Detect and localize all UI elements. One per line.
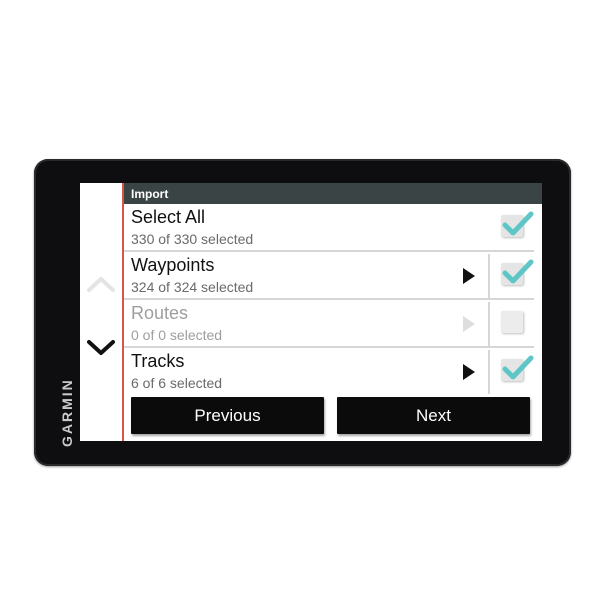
- row-sublabel: 0 of 0 selected: [131, 327, 223, 343]
- device-brand-logo: GARMIN: [59, 378, 75, 448]
- scroll-up-button[interactable]: [86, 269, 116, 299]
- page-title: Import: [124, 183, 542, 204]
- row-label: Waypoints: [131, 255, 215, 275]
- waypoints-checkbox[interactable]: [501, 259, 534, 287]
- scroll-down-button[interactable]: [86, 333, 116, 363]
- routes-checkbox: [501, 311, 525, 335]
- row-divider: [488, 254, 490, 298]
- list-item-waypoints[interactable]: Waypoints 324 of 324 selected: [124, 252, 534, 300]
- chevron-down-icon: [87, 340, 115, 355]
- checkmark-icon: [502, 355, 534, 380]
- footer-bar: Previous Next: [124, 394, 542, 441]
- device-screen: Import Select All 330 of 330 selected Wa…: [80, 183, 542, 441]
- row-sublabel: 330 of 330 selected: [131, 231, 254, 247]
- row-label: Routes: [131, 303, 189, 323]
- row-label: Select All: [131, 207, 206, 227]
- import-list: Select All 330 of 330 selected Waypoints…: [124, 204, 542, 394]
- play-arrow-icon: [463, 316, 475, 332]
- row-label: Tracks: [131, 351, 185, 371]
- row-divider: [488, 302, 490, 346]
- play-arrow-icon[interactable]: [462, 268, 476, 284]
- previous-button[interactable]: Previous: [131, 397, 324, 434]
- row-divider: [488, 350, 490, 394]
- checkmark-icon: [502, 259, 534, 284]
- chevron-up-icon: [87, 277, 115, 292]
- next-button[interactable]: Next: [337, 397, 530, 434]
- list-item-tracks[interactable]: Tracks 6 of 6 selected: [124, 348, 534, 396]
- play-arrow-icon[interactable]: [462, 364, 476, 380]
- checkmark-icon: [502, 211, 534, 236]
- scroll-rail: [80, 183, 124, 441]
- list-item-routes: Routes 0 of 0 selected: [124, 300, 534, 348]
- tracks-checkbox[interactable]: [501, 355, 534, 383]
- row-sublabel: 324 of 324 selected: [131, 279, 254, 295]
- select-all-checkbox[interactable]: [501, 211, 534, 239]
- row-sublabel: 6 of 6 selected: [131, 375, 223, 391]
- list-item-select-all[interactable]: Select All 330 of 330 selected: [124, 204, 534, 252]
